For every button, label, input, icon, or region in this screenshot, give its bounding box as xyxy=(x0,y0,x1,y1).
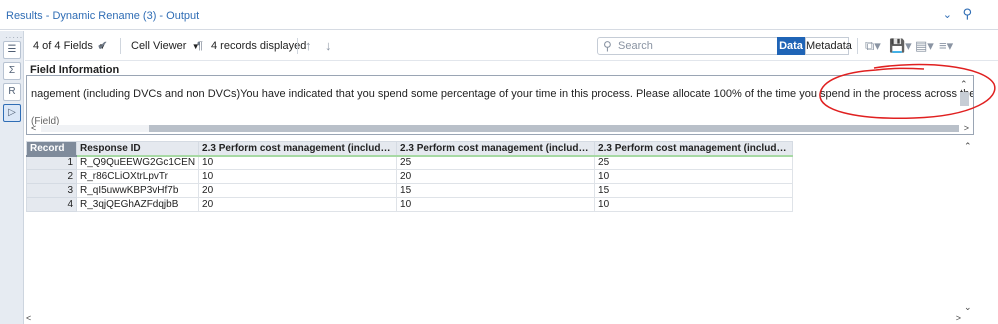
results-toolbar: 4 of 4 Fields ▼ ✔ Cell Viewer ▼ ¶ 4 reco… xyxy=(25,31,998,61)
search-placeholder: Search xyxy=(618,40,653,52)
scroll-right-icon[interactable]: > xyxy=(964,123,969,133)
scroll-thumb[interactable] xyxy=(960,92,969,106)
tag-icon[interactable]: ▷ xyxy=(3,104,21,122)
grid-vertical-scrollbar[interactable]: ⌃ ⌄ xyxy=(961,141,974,313)
column-header-record[interactable]: Record xyxy=(26,141,77,157)
table-cell[interactable]: 15 xyxy=(594,183,794,198)
scroll-right-icon[interactable]: > xyxy=(956,313,961,323)
table-row[interactable]: 4 R_3qjQEGhAZFdqjbB 20 10 10 xyxy=(26,197,794,212)
chevron-down-icon[interactable]: ⌄ xyxy=(943,8,952,21)
cell-viewer-label: Cell Viewer xyxy=(131,40,187,52)
table-cell[interactable]: 25 xyxy=(396,155,596,170)
search-icon: ⚲ xyxy=(603,39,612,53)
table-cell[interactable]: 25 xyxy=(594,155,794,170)
field-info-vertical-scrollbar[interactable]: ⌃ xyxy=(958,79,971,119)
table-cell[interactable]: R_Q9QuEEWG2Gc1CEN xyxy=(75,155,200,170)
table-row[interactable]: 2 R_r86CLiOXtrLpvTr 10 20 10 xyxy=(26,169,794,184)
records-count: 4 records displayed xyxy=(211,40,307,52)
field-information-text: nagement (including DVCs and non DVCs)Yo… xyxy=(31,88,973,100)
column-header-cost-2[interactable]: 2.3 Perform cost management (including D… xyxy=(396,141,596,157)
record-number: 1 xyxy=(26,155,77,170)
record-number: 4 xyxy=(26,197,77,212)
results-grid[interactable]: Record Response ID 2.3 Perform cost mana… xyxy=(26,141,794,212)
scroll-thumb[interactable] xyxy=(149,125,959,132)
toolbar-divider xyxy=(297,38,298,54)
save-icon[interactable]: 💾▾ xyxy=(889,38,912,54)
copy-icon[interactable]: ⧉▾ xyxy=(865,38,881,54)
grid-horizontal-scrollbar[interactable]: < > xyxy=(26,313,961,324)
search-input[interactable]: ⚲ Search xyxy=(597,37,793,55)
table-view-icon[interactable]: ☰ xyxy=(3,41,21,59)
table-cell[interactable]: 10 xyxy=(198,169,398,184)
pin-icon[interactable]: ⚲ xyxy=(962,6,972,22)
scroll-left-icon[interactable]: < xyxy=(31,123,36,133)
table-cell[interactable]: 10 xyxy=(594,197,794,212)
record-number: 3 xyxy=(26,183,77,198)
cell-viewer-dropdown[interactable]: Cell Viewer ▼ xyxy=(131,40,200,52)
export-icon[interactable]: ▤▾ xyxy=(915,38,934,54)
table-cell[interactable]: R_r86CLiOXtrLpvTr xyxy=(75,169,200,184)
table-header-row: Record Response ID 2.3 Perform cost mana… xyxy=(26,141,794,157)
left-sidebar: ····· ☰ Σ R ▷ xyxy=(0,31,24,324)
menu-icon[interactable]: ≡▾ xyxy=(939,38,953,54)
scroll-up-icon[interactable]: ⌃ xyxy=(964,141,972,152)
scroll-left-icon[interactable]: < xyxy=(26,313,31,323)
metadata-button[interactable]: Metadata xyxy=(805,37,852,55)
table-cell[interactable]: 10 xyxy=(396,197,596,212)
scroll-down-icon[interactable]: ⌄ xyxy=(964,302,972,313)
record-number: 2 xyxy=(26,169,77,184)
field-info-horizontal-scrollbar[interactable]: < > xyxy=(31,123,969,133)
table-cell[interactable]: R_3qjQEGhAZFdqjbB xyxy=(75,197,200,212)
toolbar-divider xyxy=(857,38,858,54)
data-button[interactable]: Data xyxy=(777,37,805,55)
table-cell[interactable]: 10 xyxy=(198,155,398,170)
table-cell[interactable]: R_qI5uwwKBP3vHf7b xyxy=(75,183,200,198)
toolbar-divider xyxy=(120,38,121,54)
window-title-bar: Results - Dynamic Rename (3) - Output ⌄ … xyxy=(0,0,998,30)
scroll-up-icon[interactable]: ⌃ xyxy=(960,79,968,90)
table-cell[interactable]: 10 xyxy=(594,169,794,184)
arrow-down-icon[interactable]: ↓ xyxy=(325,38,332,53)
table-cell[interactable]: 20 xyxy=(198,183,398,198)
column-header-cost-3[interactable]: 2.3 Perform cost management (including D… xyxy=(594,141,794,157)
table-cell[interactable]: 20 xyxy=(396,169,596,184)
summary-icon[interactable]: Σ xyxy=(3,62,21,80)
table-cell[interactable]: 15 xyxy=(396,183,596,198)
fields-selector[interactable]: 4 of 4 Fields ▼ xyxy=(33,40,106,52)
checkmark-icon[interactable]: ✔ xyxy=(97,38,108,54)
fields-selector-label: 4 of 4 Fields xyxy=(33,40,93,52)
table-row[interactable]: 1 R_Q9QuEEWG2Gc1CEN 10 25 25 xyxy=(26,155,794,170)
pilcrow-icon[interactable]: ¶ xyxy=(197,40,203,52)
column-header-response-id[interactable]: Response ID xyxy=(75,141,200,157)
table-row[interactable]: 3 R_qI5uwwKBP3vHf7b 20 15 15 xyxy=(26,183,794,198)
arrow-up-icon[interactable]: ↑ xyxy=(305,38,312,53)
field-information-panel[interactable]: nagement (including DVCs and non DVCs)Yo… xyxy=(26,75,974,135)
column-header-cost-1[interactable]: 2.3 Perform cost management (including D… xyxy=(198,141,398,157)
report-icon[interactable]: R xyxy=(3,83,21,101)
window-title: Results - Dynamic Rename (3) - Output xyxy=(6,10,200,22)
table-cell[interactable]: 20 xyxy=(198,197,398,212)
